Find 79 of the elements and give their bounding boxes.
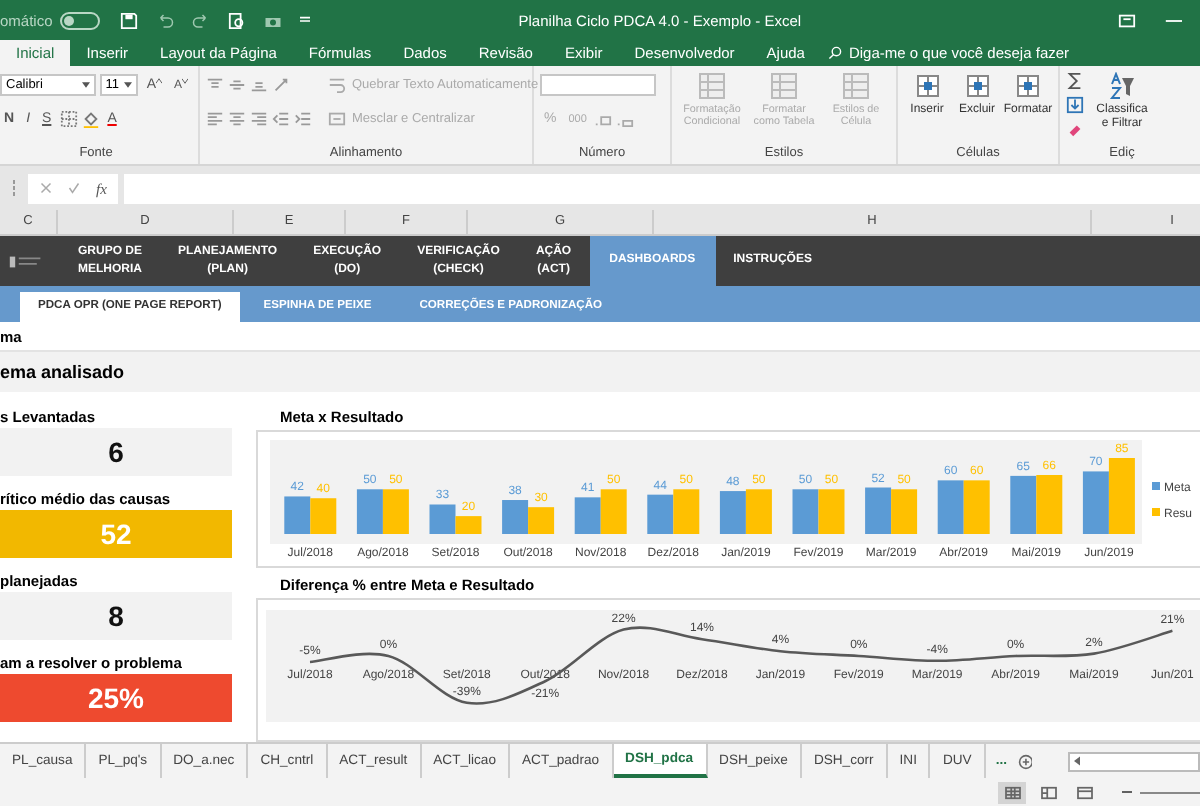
legend-swatch (1152, 482, 1160, 490)
kpi-value: 25% (0, 674, 232, 722)
save-icon[interactable] (120, 11, 139, 29)
view-icon (1039, 785, 1057, 799)
view-icon (1075, 785, 1093, 799)
kpi-value: 52 (0, 510, 232, 558)
table-icon (698, 72, 726, 100)
merge-cells-icon (328, 110, 346, 128)
number-format-dropdown[interactable] (540, 74, 656, 96)
result-bar (600, 489, 627, 534)
scroll-left-icon[interactable] (1074, 756, 1081, 766)
sum-icon[interactable] (1066, 72, 1084, 90)
grid-icon (913, 72, 941, 100)
eraser-icon[interactable] (1066, 120, 1084, 138)
wrap-text-icon (328, 76, 346, 94)
result-bar (963, 480, 990, 534)
grid-icon (1014, 72, 1042, 100)
target-bar (719, 491, 746, 534)
fill-down-icon[interactable] (1066, 96, 1084, 114)
search-icon (828, 46, 843, 60)
result-bar (1036, 475, 1063, 534)
align-middle-icon[interactable] (228, 76, 246, 94)
undo-icon[interactable] (156, 11, 175, 29)
result-bar (1108, 458, 1135, 534)
enter-icon[interactable] (68, 182, 80, 194)
result-bar (528, 507, 555, 534)
target-bar (574, 497, 601, 534)
kpi-value: 8 (0, 592, 232, 640)
result-bar (455, 516, 482, 534)
fill-color-icon[interactable] (81, 110, 100, 128)
view-button[interactable] (998, 781, 1026, 803)
kpi-value: 6 (0, 428, 232, 476)
print-preview-icon[interactable] (228, 11, 247, 29)
legend-swatch (1152, 508, 1160, 516)
cancel-icon[interactable] (40, 182, 52, 194)
grid-icon (963, 72, 991, 100)
borders-icon[interactable] (59, 110, 78, 128)
result-bar (673, 489, 700, 534)
table-icon (770, 72, 798, 100)
zoom-out-icon[interactable] (1122, 788, 1132, 796)
autosave-toggle[interactable] (60, 11, 101, 29)
target-bar (356, 489, 383, 534)
align-center-icon[interactable] (228, 110, 246, 128)
logo-icon (8, 251, 44, 271)
target-bar (937, 480, 964, 534)
down-caret-icon (182, 78, 188, 84)
up-caret-icon (155, 78, 162, 84)
align-right-icon[interactable] (250, 110, 268, 128)
result-bar (891, 489, 918, 534)
horizontal-scrollbar[interactable] (1068, 751, 1200, 771)
formula-input[interactable] (124, 173, 1200, 203)
redo-icon[interactable] (192, 11, 211, 29)
align-top-icon[interactable] (206, 76, 224, 94)
increase-decimal-icon[interactable] (594, 110, 613, 128)
result-bar (818, 489, 845, 534)
increase-indent-icon[interactable] (294, 110, 312, 128)
add-sheet-icon[interactable] (1017, 753, 1033, 769)
table-icon (842, 72, 870, 100)
decrease-indent-icon[interactable] (272, 110, 290, 128)
target-bar (502, 500, 529, 534)
target-bar (792, 489, 819, 534)
sort-filter-icon (1108, 72, 1136, 100)
caret-icon (81, 82, 90, 88)
target-bar (284, 496, 311, 534)
sheet-subheading: ema analisado (0, 362, 125, 382)
align-left-icon[interactable] (206, 110, 224, 128)
target-bar (1010, 475, 1037, 534)
orientation-icon[interactable] (272, 76, 290, 94)
ribbon-display-icon[interactable] (1118, 11, 1136, 29)
target-bar (647, 494, 674, 534)
target-bar (1082, 471, 1109, 534)
target-bar (429, 504, 456, 534)
view-icon (1003, 785, 1021, 799)
caret-icon (124, 82, 133, 88)
align-bottom-icon[interactable] (250, 76, 268, 94)
result-bar (745, 489, 772, 534)
result-bar (382, 489, 409, 534)
result-bar (310, 498, 337, 534)
target-bar (865, 487, 892, 534)
